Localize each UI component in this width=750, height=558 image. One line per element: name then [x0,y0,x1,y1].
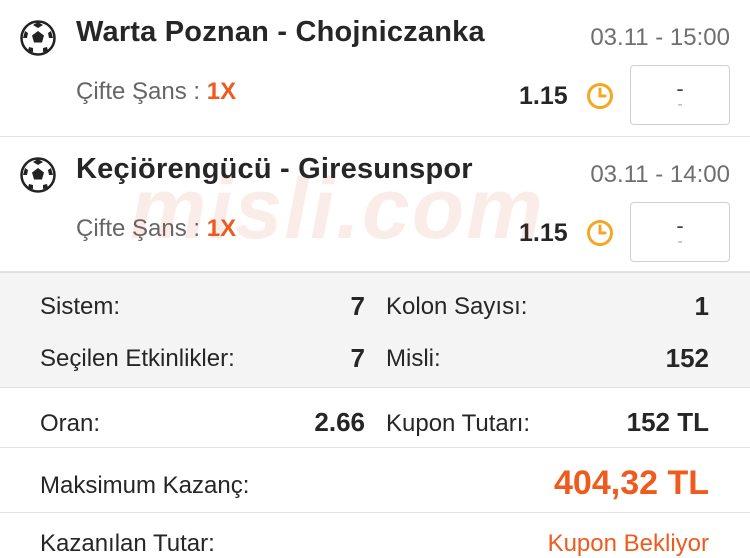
kazanilan-label: Kazanılan Tutar: [40,530,215,557]
kupon-label: Kupon Tutarı: [386,410,531,437]
soccer-ball-icon [20,20,56,56]
oran-value: 2.66 [314,407,365,437]
match-odd: 1.15 [519,82,568,110]
kazanilan-status: Kupon Bekliyor [547,530,709,557]
kolon-value: 1 [694,291,709,321]
bet-market: Çifte Şans : 1X [76,78,236,106]
max-value: 404,32 TL [554,464,709,502]
misli-label: Misli: [386,345,441,372]
clock-icon [587,83,613,109]
score-half: - [677,96,683,113]
secilen-value: 7 [350,343,365,373]
bet-market: Çifte Şans : 1X [76,215,236,243]
score-box[interactable]: - - [630,65,730,125]
sistem-label: Sistem: [40,293,121,320]
match-datetime: 03.11 - 14:00 [590,161,730,188]
oran-label: Oran: [40,410,101,437]
match-row[interactable]: Warta Poznan - Chojniczanka 03.11 - 15:0… [0,0,750,137]
coupon-details: Oran: 2.66 Kupon Tutarı: 152 TL Maksimum… [0,388,750,558]
market-selection: 1X [206,215,237,242]
match-teams: Keçiörengücü - Giresunspor [76,153,473,185]
market-selection: 1X [206,78,237,105]
kolon-label: Kolon Sayısı: [386,293,528,320]
coupon-summary: Sistem: 7 Kolon Sayısı: 1 Seçilen Etkinl… [0,272,750,388]
kupon-value: 152 TL [626,407,709,437]
score-box[interactable]: - - [630,202,730,262]
divider [0,512,750,513]
misli-value: 152 [665,343,709,373]
market-label: Çifte Şans : [76,78,201,105]
score-half: - [677,233,683,250]
secilen-label: Seçilen Etkinlikler: [40,345,235,372]
match-teams: Warta Poznan - Chojniczanka [76,16,485,48]
divider [0,447,750,448]
sistem-value: 7 [350,291,365,321]
soccer-ball-icon [20,157,56,193]
match-odd: 1.15 [519,219,568,247]
match-row[interactable]: Keçiörengücü - Giresunspor 03.11 - 14:00… [0,137,750,272]
market-label: Çifte Şans : [76,215,201,242]
max-label: Maksimum Kazanç: [40,472,250,499]
match-datetime: 03.11 - 15:00 [590,24,730,51]
clock-icon [587,220,613,246]
